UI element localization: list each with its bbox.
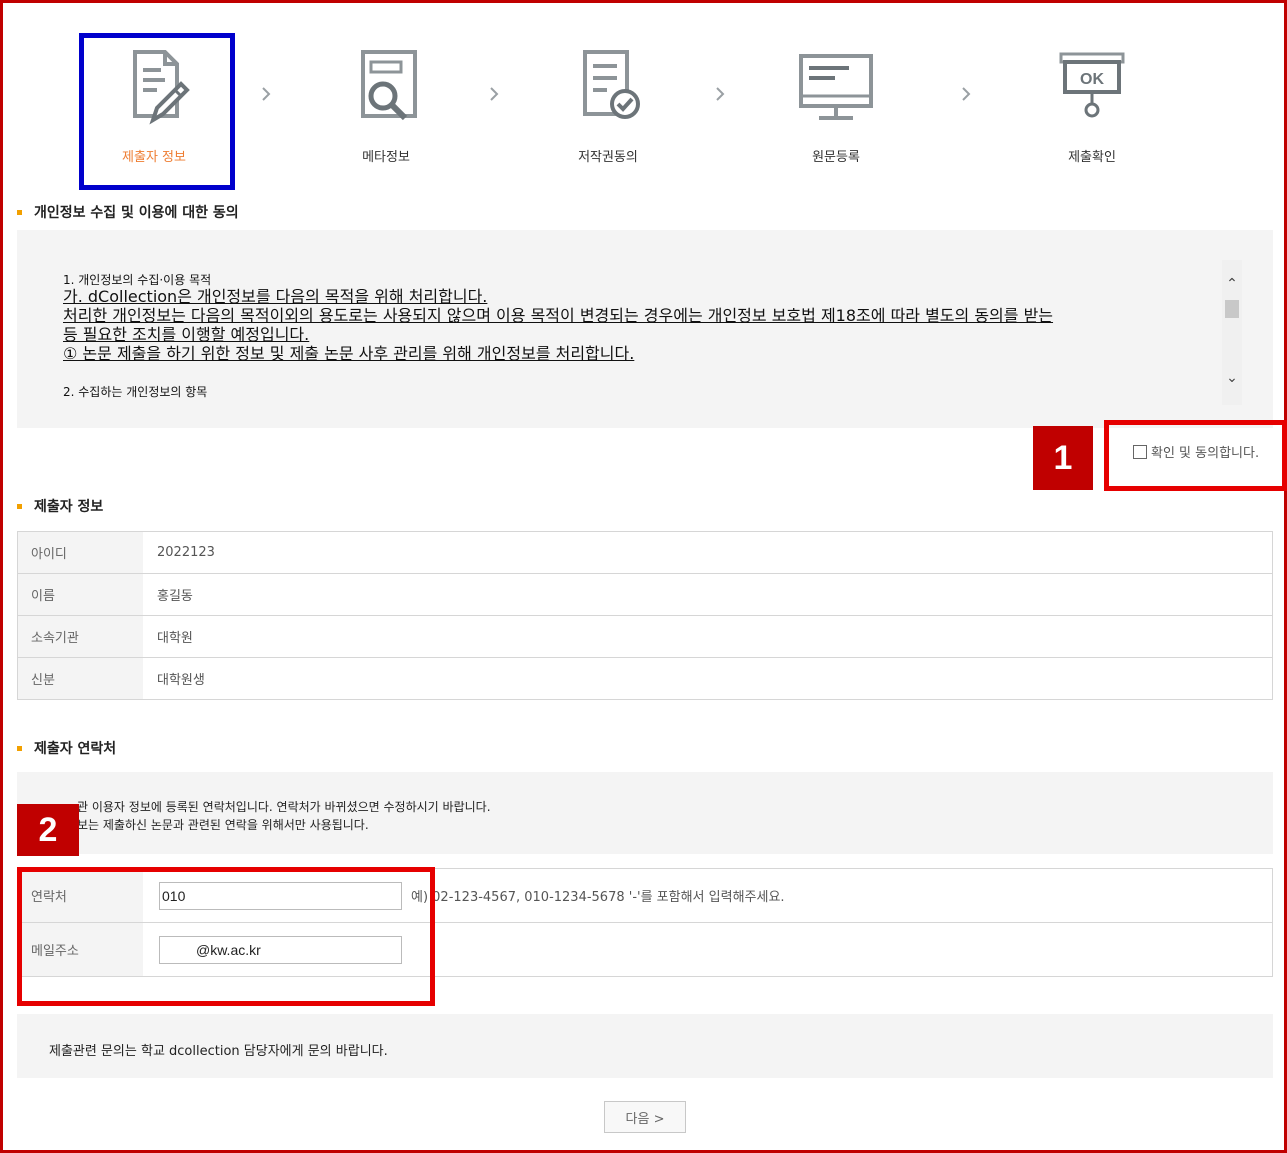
submitter-heading-text: 제출자 정보 <box>34 499 104 515</box>
submitter-section-heading: 제출자 정보 <box>17 496 103 516</box>
contact-notice-box: 관 이용자 정보에 등록된 연락처입니다. 연락처가 바뀌셨으면 수정하시기 바… <box>17 772 1273 854</box>
row-key: 소속기관 <box>17 616 143 657</box>
row-value: 홍길동 <box>143 574 1273 615</box>
row-value: 2022123 <box>143 532 1273 573</box>
terms-line: 처리한 개인정보는 다음의 목적이외의 용도로는 사용되지 않으며 이용 목적이… <box>63 306 1054 325</box>
terms-line: 등 필요한 조치를 이행할 예정입니다. <box>63 325 310 344</box>
scrollbar-thumb[interactable] <box>1225 300 1239 318</box>
step-submit-confirm[interactable]: OK 제출확인 <box>1017 40 1167 165</box>
terms-line: 2. 수집하는 개인정보의 항목 <box>63 385 208 399</box>
chevron-right-icon <box>484 84 504 104</box>
annotation-badge-2: 2 <box>17 804 79 856</box>
ok-sign-icon: OK <box>1059 52 1125 118</box>
contact-section-heading: 제출자 연락처 <box>17 738 116 758</box>
chevron-right-icon <box>956 84 976 104</box>
terms-line: 1. 개인정보의 수집·이용 목적 <box>63 273 212 287</box>
contact-heading-text: 제출자 연락처 <box>34 741 117 757</box>
privacy-terms-text[interactable]: 1. 개인정보의 수집·이용 목적 가. dCollection은 개인정보를 … <box>63 273 1213 403</box>
row-value: 대학원 <box>143 616 1273 657</box>
bullet-icon <box>17 209 22 215</box>
chevron-right-icon <box>710 84 730 104</box>
row-key: 아이디 <box>17 532 143 573</box>
terms-line: 가. dCollection은 개인정보를 다음의 목적을 위해 처리합니다. <box>63 287 488 306</box>
phone-hint: 예) 02-123-4567, 010-1234-5678 '-'를 포함해서 … <box>411 890 785 905</box>
annotation-box-2 <box>17 867 435 1006</box>
inquiry-note-box: 제출관련 문의는 학교 dcollection 담당자에게 문의 바랍니다. <box>17 1014 1273 1078</box>
monitor-icon <box>799 54 873 120</box>
bullet-icon <box>17 503 22 509</box>
row-key: 이름 <box>17 574 143 615</box>
step-label: 저작권동의 <box>578 150 638 165</box>
step-label: 원문등록 <box>812 150 860 165</box>
privacy-section-heading: 개인정보 수집 및 이용에 대한 동의 <box>17 202 239 222</box>
chevron-down-icon[interactable]: ⌄ <box>1224 370 1240 386</box>
terms-line: ① 논문 제출을 하기 위한 정보 및 제출 논문 사후 관리를 위해 개인정보… <box>63 344 635 363</box>
table-row: 아이디 2022123 <box>17 532 1273 574</box>
privacy-heading-text: 개인정보 수집 및 이용에 대한 동의 <box>34 205 239 221</box>
next-button[interactable]: 다음 > <box>604 1101 686 1133</box>
step-label: 제출확인 <box>1068 150 1116 165</box>
table-row: 신분 대학원생 <box>17 658 1273 700</box>
bullet-icon <box>17 745 22 751</box>
step-label: 메타정보 <box>362 150 410 165</box>
step-original-upload[interactable]: 원문등록 <box>761 40 911 165</box>
table-row: 이름 홍길동 <box>17 574 1273 616</box>
table-row: 소속기관 대학원 <box>17 616 1273 658</box>
terms-scrollbar[interactable]: ⌃ ⌄ <box>1222 260 1242 405</box>
submitter-info-table: 아이디 2022123 이름 홍길동 소속기관 대학원 신분 대학원생 <box>17 531 1273 700</box>
chevron-right-icon <box>256 84 276 104</box>
row-key: 신분 <box>17 658 143 699</box>
document-search-icon <box>361 50 417 121</box>
annotation-badge-1: 1 <box>1033 426 1093 490</box>
step-meta-info[interactable]: 메타정보 <box>311 40 461 165</box>
row-value: 대학원생 <box>143 658 1273 699</box>
document-check-icon <box>583 50 640 119</box>
notice-line: 관 이용자 정보에 등록된 연락처입니다. 연락처가 바뀌셨으면 수정하시기 바… <box>77 800 491 814</box>
inquiry-note: 제출관련 문의는 학교 dcollection 담당자에게 문의 바랍니다. <box>49 1044 388 1059</box>
chevron-up-icon[interactable]: ⌃ <box>1224 276 1240 292</box>
notice-line: 보는 제출하신 논문과 관련된 연락을 위해서만 사용됩니다. <box>77 818 369 832</box>
svg-text:OK: OK <box>1080 71 1104 88</box>
step-copyright-consent[interactable]: 저작권동의 <box>533 40 683 165</box>
annotation-box-1 <box>1104 420 1287 491</box>
active-step-highlight <box>79 33 235 190</box>
